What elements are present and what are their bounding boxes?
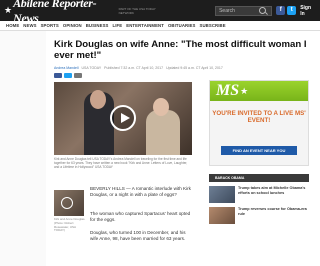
- nav-item-opinion[interactable]: OPINION: [63, 23, 82, 28]
- ad-header: MS ★: [210, 81, 308, 101]
- nav-item-entertainment[interactable]: ENTERTAINMENT: [126, 23, 164, 28]
- published-time: Published 7:32 a.m. CT April 10, 2017: [104, 66, 164, 70]
- ad-title: YOU'RE INVITED TO A LIVE MS' EVENT!: [212, 110, 306, 124]
- ad-cta-button[interactable]: FIND AN EVENT NEAR YOU: [221, 146, 297, 155]
- article-paragraph: BEVERLY HILLS — A romantic interlude wit…: [90, 186, 191, 197]
- sidebar-header: BARACK OBAMA: [209, 174, 309, 182]
- nav-item-sports[interactable]: SPORTS: [41, 23, 59, 28]
- sidebar-story[interactable]: Trump takes aim at Michelle Obama's effo…: [209, 186, 309, 203]
- publisher: USA TODAY: [81, 66, 102, 70]
- share-email-icon[interactable]: [74, 73, 82, 78]
- byline: Andrea Mandell USA TODAY Published 7:32 …: [54, 66, 320, 70]
- nav-item-subscribe[interactable]: SUBSCRIBE: [199, 23, 225, 28]
- video-subject-left-head: [90, 90, 106, 109]
- story-thumbnail[interactable]: [209, 207, 235, 224]
- brand-name[interactable]: Abilene Reporter-News: [13, 0, 116, 26]
- nav-item-news[interactable]: NEWS: [23, 23, 36, 28]
- twitter-icon[interactable]: t: [287, 6, 297, 15]
- brand-logo[interactable]: ★ Abilene Reporter-News: [4, 0, 116, 26]
- nav-item-life[interactable]: LIFE: [113, 23, 123, 28]
- article-paragraph: The woman who captured Spartacus' heart …: [90, 211, 191, 222]
- author-link[interactable]: Andrea Mandell: [54, 66, 79, 70]
- play-icon[interactable]: [110, 105, 136, 131]
- nav-item-home[interactable]: HOME: [6, 23, 19, 28]
- sidebar-story[interactable]: Trump reverses course for Obama-era rule: [209, 207, 309, 224]
- search-placeholder: Search: [219, 7, 235, 14]
- share-facebook-icon[interactable]: [54, 73, 62, 78]
- video-subject-right: [146, 110, 180, 155]
- nav-item-obituaries[interactable]: OBITUARIES: [168, 23, 196, 28]
- facebook-icon[interactable]: f: [276, 6, 286, 15]
- signin-link[interactable]: Sign In: [300, 5, 316, 17]
- video-caption: Kirk and Anne Douglas tell USA TODAY's A…: [54, 157, 188, 170]
- article-headline: Kirk Douglas on wife Anne: "The most dif…: [54, 39, 307, 61]
- ad-banner[interactable]: MS ★ YOU'RE INVITED TO A LIVE MS' EVENT!…: [209, 80, 309, 166]
- nav-item-business[interactable]: BUSINESS: [86, 23, 109, 28]
- article-paragraph: Douglas, who turned 100 in December, and…: [90, 230, 186, 241]
- social-links: f t: [276, 6, 297, 15]
- play-icon[interactable]: [61, 197, 73, 209]
- brand-tagline: PART OF THE USA TODAY NETWORK: [118, 6, 156, 15]
- left-rail: [0, 31, 46, 266]
- updated-time: Updated 9:45 a.m. CT April 10, 2017: [166, 66, 223, 70]
- share-row: [54, 73, 320, 78]
- video-subject-right-head: [153, 98, 169, 116]
- search-icon[interactable]: [258, 7, 266, 14]
- inline-caption: Kirk and Anne Douglas. (Photo: Robert Ro…: [54, 217, 86, 233]
- story-thumbnail[interactable]: [209, 186, 235, 203]
- masthead: ★ Abilene Reporter-News PART OF THE USA …: [0, 0, 320, 25]
- search-input[interactable]: Search: [215, 5, 273, 16]
- star-icon: ★: [4, 5, 13, 15]
- share-twitter-icon[interactable]: [64, 73, 72, 78]
- main-nav: HOME NEWS SPORTS OPINION BUSINESS LIFE E…: [0, 21, 320, 31]
- story-headline[interactable]: Trump takes aim at Michelle Obama's effo…: [238, 186, 309, 203]
- main-video[interactable]: [54, 82, 192, 155]
- ad-star-icon: ★: [240, 85, 249, 96]
- ad-logo: MS: [216, 82, 240, 99]
- story-headline[interactable]: Trump reverses course for Obama-era rule: [238, 207, 309, 224]
